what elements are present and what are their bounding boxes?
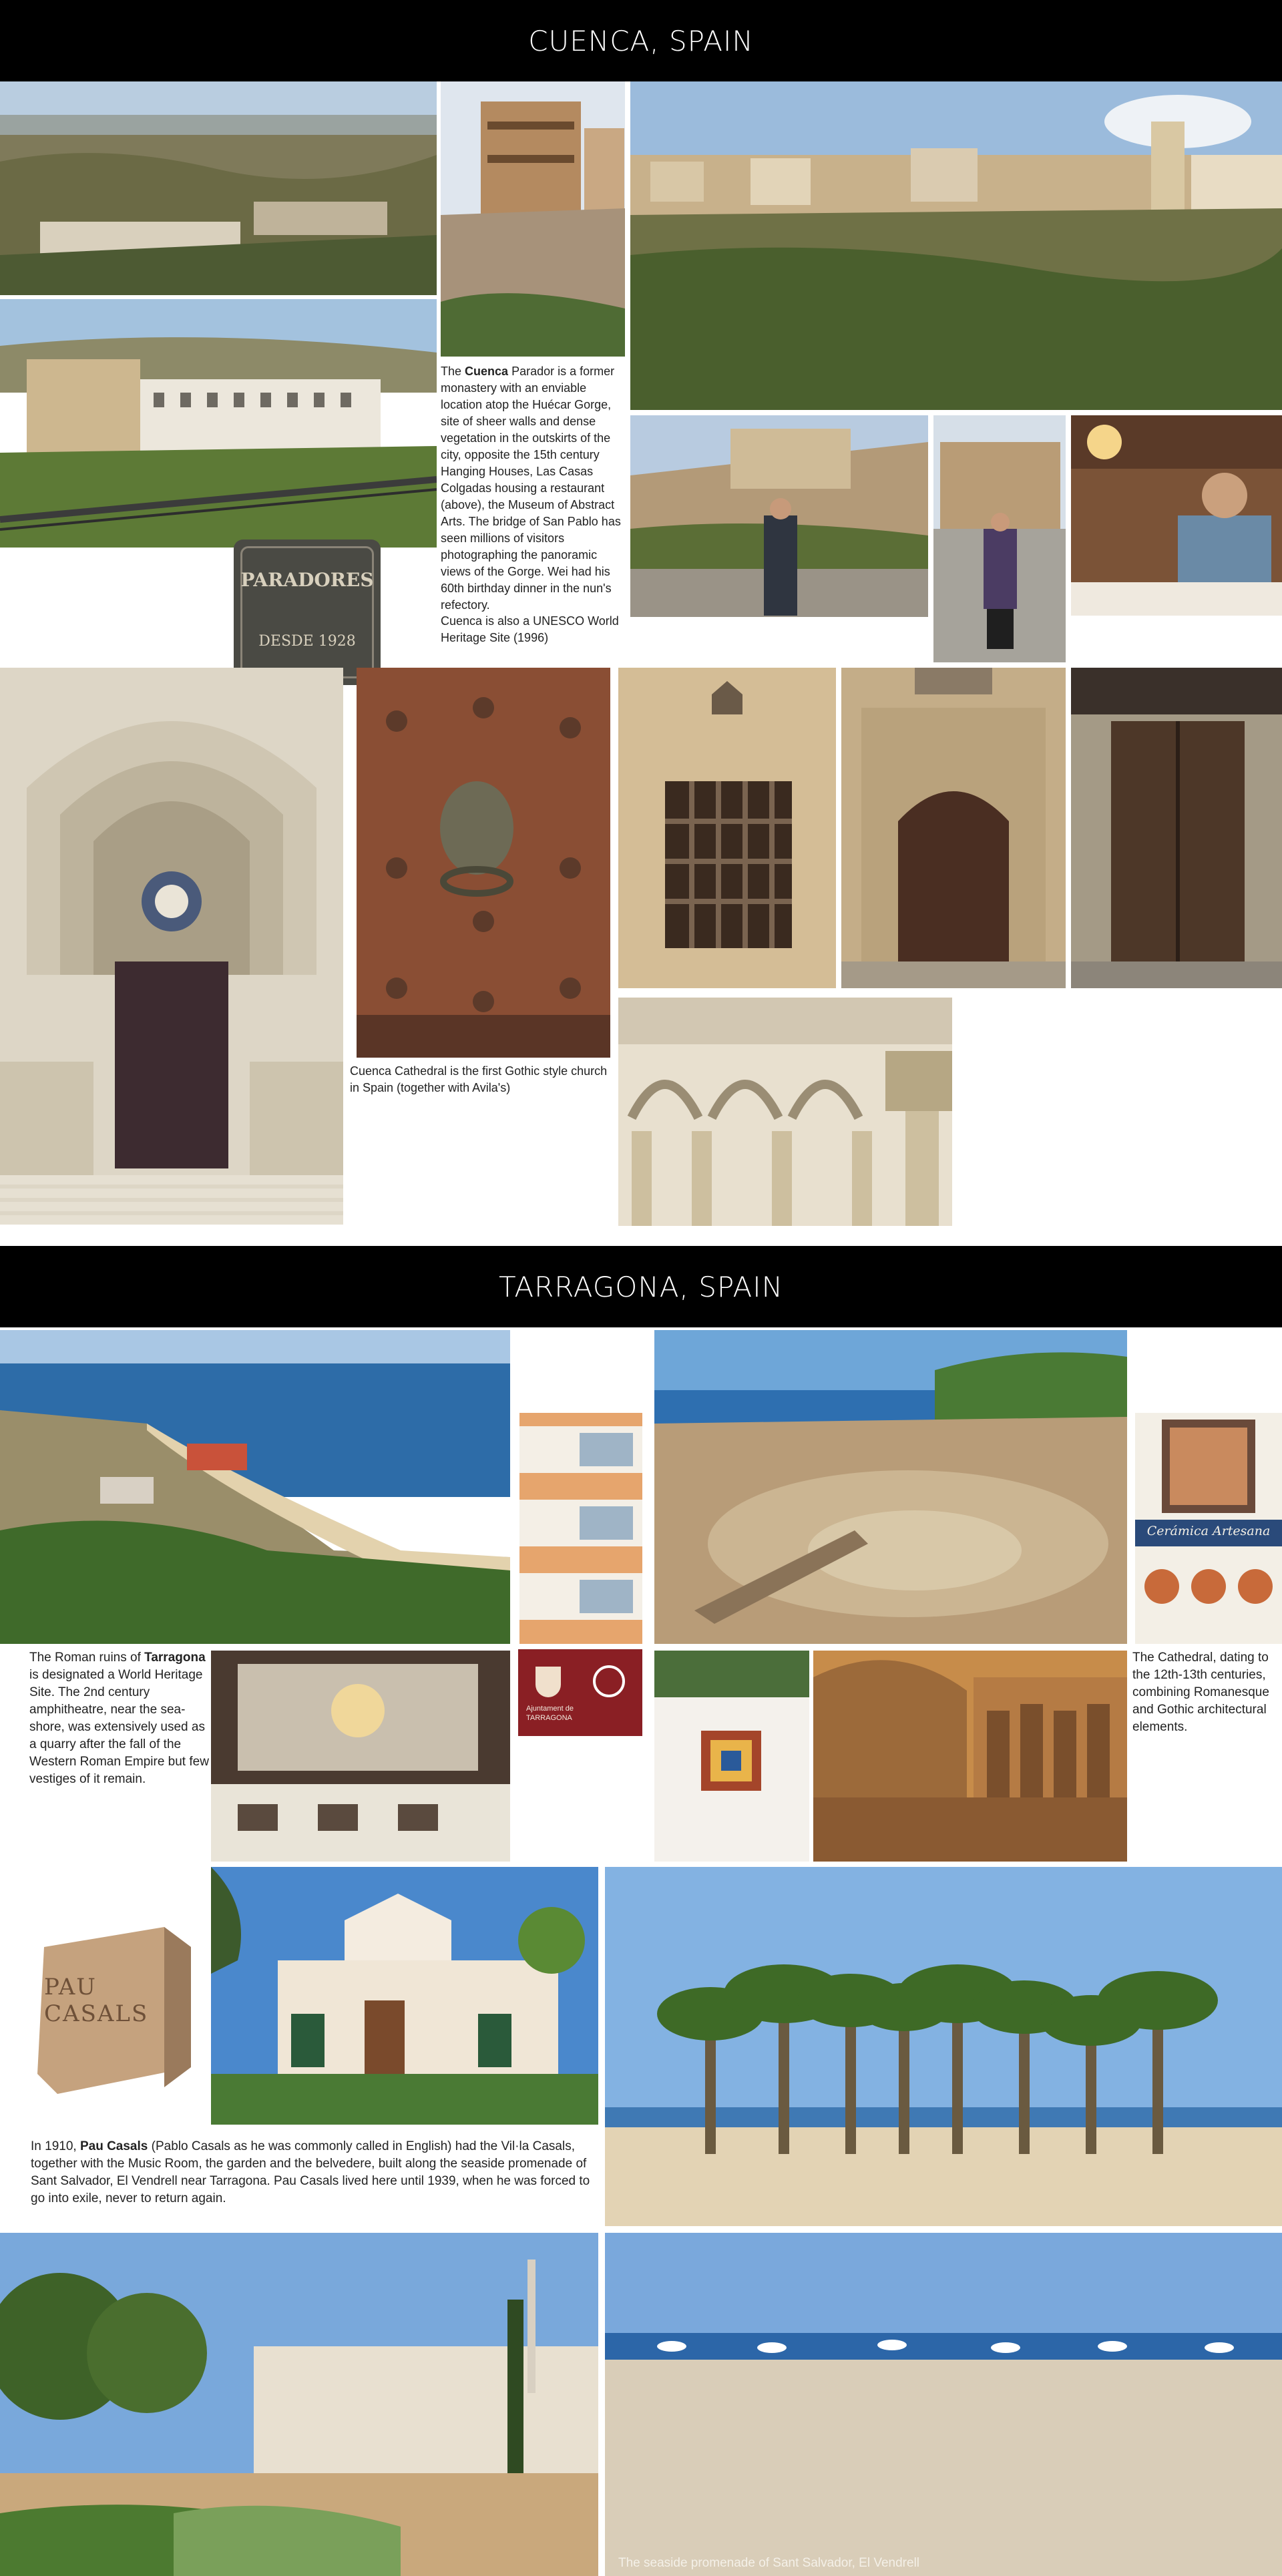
tarragona-ruins-caption: The Roman ruins of Tarragona is designat… — [29, 1649, 210, 1788]
unesco-heritage-icon — [593, 1665, 625, 1697]
photo-hanging-houses — [441, 81, 625, 357]
photo-cathedral-portal — [813, 1651, 1127, 1862]
ruins-caption-text-2: is designated a World Heritage Site. The… — [29, 1668, 209, 1786]
parador-caption-place: Cuenca — [465, 365, 509, 378]
ajuntament-line-1: Ajuntament de — [526, 1705, 574, 1713]
photo-hotel-balconies — [519, 1413, 642, 1644]
sign-line-2: DESDE 1928 — [258, 633, 356, 650]
tarragona-title: TARRAGONA, SPAIN — [498, 1270, 784, 1303]
parador-caption-text-1: The — [441, 365, 462, 378]
photo-dining-hall — [211, 1651, 510, 1862]
seaside-promenade-caption: The seaside promenade of Sant Salvador, … — [618, 2556, 920, 2570]
photo-cuenca-panorama — [0, 81, 437, 295]
ruins-caption-place: Tarragona — [144, 1651, 206, 1665]
parador-caption: The Cuenca Parador is a former monastery… — [441, 363, 625, 614]
photo-wei-terrace — [630, 415, 928, 617]
photo-casals-garden — [0, 2233, 598, 2576]
unesco-caption: Cuenca is also a UNESCO World Heritage S… — [441, 614, 619, 644]
photo-ajuntament-logo: Ajuntament de TARRAGONA — [518, 1649, 642, 1736]
photo-parador — [0, 299, 437, 548]
photo-tarragona-coast — [0, 1330, 510, 1644]
photo-window-grille — [618, 668, 836, 988]
photo-amphitheatre — [654, 1330, 1127, 1644]
casals-caption-text-1: In 1910, — [31, 2139, 77, 2153]
cuenca-cathedral-caption: Cuenca Cathedral is the first Gothic sty… — [350, 1064, 608, 1094]
ruins-caption-text-1: The Roman ruins of — [29, 1651, 141, 1665]
photo-seaside-promenade: The seaside promenade of Sant Salvador, … — [605, 2233, 1282, 2576]
ceramica-sign-text: Cerámica Artesana — [1146, 1524, 1271, 1538]
pau-casals-block-text: PAU CASALS — [44, 1974, 149, 2027]
photo-tile-wall — [654, 1651, 809, 1862]
photo-doorway-arch — [841, 668, 1066, 988]
ajuntament-line-2: TARRAGONA — [526, 1714, 572, 1722]
photo-cloister-columns — [618, 998, 952, 1226]
tarragona-cathedral-caption: The Cathedral, dating to the 12th-13th c… — [1132, 1651, 1269, 1734]
parador-caption-text-2: Parador is a former monastery with an en… — [441, 365, 621, 612]
photo-pau-casals-block: PAU CASALS — [31, 1920, 196, 2099]
photo-villa-casals — [211, 1867, 598, 2125]
photo-door-knocker — [357, 668, 610, 1058]
casals-caption-name: Pau Casals — [79, 2139, 148, 2153]
paradores-sign: PARADORES DESDE 1928 — [234, 540, 381, 685]
photo-cuenca-gorge — [630, 81, 1282, 410]
pau-casals-caption: In 1910, Pau Casals (Pablo Casals as he … — [31, 2138, 600, 2207]
cuenca-title: CUENCA, SPAIN — [528, 24, 754, 57]
tarragona-crest-icon — [536, 1667, 561, 1697]
cuenca-title-band: CUENCA, SPAIN — [0, 0, 1282, 81]
sign-line-1: PARADORES — [240, 569, 374, 591]
photo-birthday-dinner — [1071, 415, 1282, 616]
photo-woman-cuenca — [933, 415, 1066, 662]
photo-wooden-door — [1071, 668, 1282, 988]
tarragona-title-band: TARRAGONA, SPAIN — [0, 1246, 1282, 1327]
photo-palm-trees-beach — [605, 1867, 1282, 2226]
photo-cuenca-cathedral — [0, 668, 343, 1225]
photo-ceramica-sign: Cerámica Artesana — [1135, 1413, 1282, 1644]
ajuntament-text: Ajuntament de TARRAGONA — [526, 1704, 586, 1723]
